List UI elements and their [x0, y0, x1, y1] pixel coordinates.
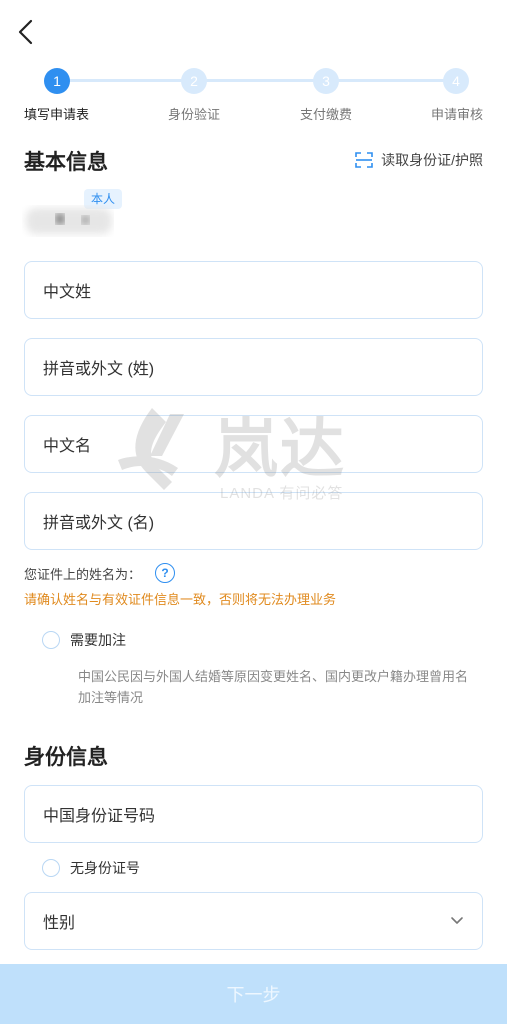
- step-3-indicator: 3: [313, 68, 339, 94]
- step-4-indicator: 4: [443, 68, 469, 94]
- scan-icon: [355, 152, 373, 168]
- radio-circle-icon: [42, 859, 60, 877]
- read-id-label: 读取身份证/护照: [381, 152, 483, 168]
- step-4-label: 申请审核: [431, 107, 484, 122]
- step-1-indicator: 1: [44, 68, 70, 94]
- no-id-radio[interactable]: 无身份证号: [42, 858, 140, 878]
- pinyin-given-name-placeholder: 拼音或外文 (名): [43, 515, 155, 532]
- pinyin-given-name-input[interactable]: 拼音或外文 (名): [24, 492, 483, 550]
- step-2-label: 身份验证: [168, 107, 221, 122]
- need-annotation-label: 需要加注: [70, 632, 126, 648]
- name-on-id-label: 您证件上的姓名为：: [24, 566, 142, 582]
- step-1-label: 填写申请表: [24, 107, 90, 122]
- pinyin-surname-placeholder: 拼音或外文 (姓): [43, 361, 155, 378]
- help-icon[interactable]: ?: [155, 563, 176, 583]
- back-button[interactable]: [14, 18, 40, 46]
- cn-given-name-input[interactable]: 中文名: [24, 415, 483, 473]
- gender-label: 性别: [43, 915, 76, 932]
- id-number-placeholder: 中国身份证号码: [43, 808, 156, 825]
- step-connector: [60, 79, 194, 82]
- name-warning: 请确认姓名与有效证件信息一致，否则将无法办理业务: [24, 592, 337, 607]
- step-connector: [328, 79, 456, 82]
- gender-select[interactable]: 性别: [24, 892, 483, 950]
- cn-surname-placeholder: 中文姓: [43, 284, 92, 301]
- pinyin-surname-input[interactable]: 拼音或外文 (姓): [24, 338, 483, 396]
- chevron-down-icon: [451, 917, 463, 924]
- step-2-indicator: 2: [181, 68, 207, 94]
- blurred-name: [26, 208, 112, 234]
- need-annotation-radio[interactable]: 需要加注: [42, 630, 126, 650]
- annotation-note: 中国公民因与外国人结婚等原因变更姓名、国内更改户籍办理曾用名加注等情况: [78, 669, 469, 705]
- step-3-label: 支付缴费: [300, 107, 353, 122]
- no-id-label: 无身份证号: [70, 860, 140, 876]
- read-id-button[interactable]: 读取身份证/护照: [355, 150, 483, 170]
- cn-surname-input[interactable]: 中文姓: [24, 261, 483, 319]
- chevron-left-icon: [18, 19, 33, 45]
- radio-circle-icon: [42, 631, 60, 649]
- id-number-input[interactable]: 中国身份证号码: [24, 785, 483, 843]
- cn-given-name-placeholder: 中文名: [43, 438, 92, 455]
- identity-info-title: 身份信息: [24, 746, 108, 769]
- next-step-button[interactable]: 下一步: [0, 964, 507, 1024]
- name-on-id-row: 您证件上的姓名为： ?: [24, 563, 176, 583]
- basic-info-title: 基本信息: [24, 151, 108, 174]
- step-connector: [196, 79, 326, 82]
